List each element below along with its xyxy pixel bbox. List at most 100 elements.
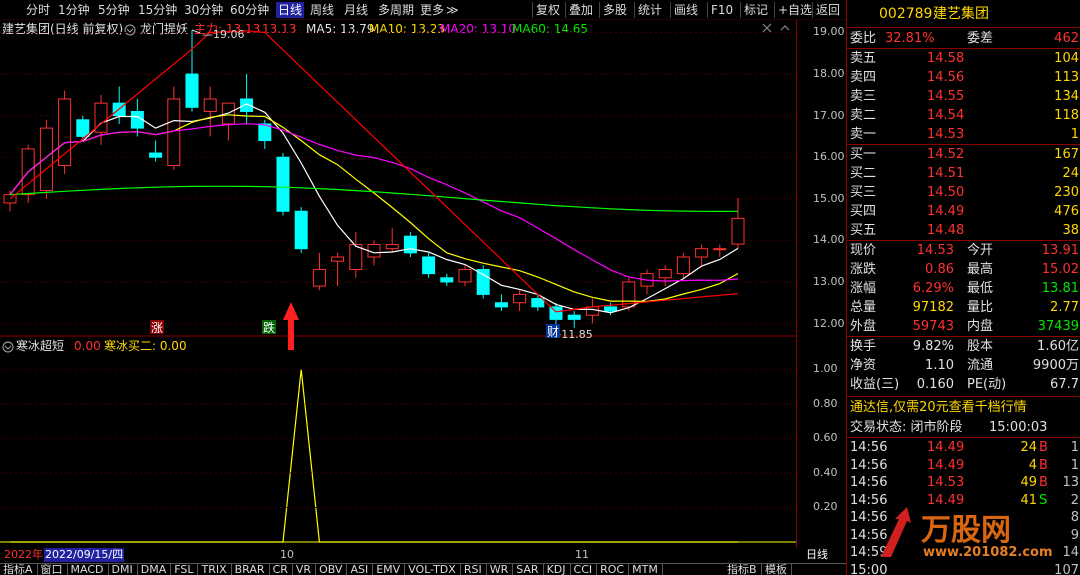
fin-value: 9.82% <box>912 339 954 354</box>
bid-volume: 38 <box>1062 223 1079 238</box>
toolbar-action-5[interactable]: F10 <box>711 2 733 18</box>
indicator-tab-7[interactable]: BRAR <box>232 564 270 575</box>
indicator-tab-3[interactable]: DMI <box>109 564 138 575</box>
indicator-tab-11[interactable]: ASI <box>347 564 374 575</box>
indicator-tab-4[interactable]: DMA <box>138 564 172 575</box>
period-toolbar: 分时 1分钟 5分钟 15分钟 30分钟 60分钟 日线 周线 月线 多周期 更多 ≫ 复权 叠加 多股 统计… <box>0 0 846 20</box>
toolbar-action-6[interactable]: 标记 <box>744 2 768 18</box>
indicator-tab-16[interactable]: SAR <box>513 564 544 575</box>
bid-label: 买二 <box>850 166 877 181</box>
tick-price: 14.53 <box>927 475 965 490</box>
period-tab-3[interactable]: 15分钟 <box>138 2 177 18</box>
indicator-axis-tick: 0.60 <box>813 431 838 445</box>
more-arrow-icon[interactable]: ≫ <box>446 2 459 18</box>
indicator-name[interactable]: 寒冰超短 <box>16 338 64 354</box>
period-tab-0[interactable]: 分时 <box>26 2 50 18</box>
tick-time: 14:56 <box>850 457 888 473</box>
toolbar-action-3[interactable]: 统计 <box>638 2 662 18</box>
stat-label: 内盘 <box>967 319 994 334</box>
candle-body <box>149 152 163 158</box>
candle-body <box>39 127 53 191</box>
period-tab-8[interactable]: 月线 <box>344 2 368 18</box>
indicator-tab-13[interactable]: VOL-TDX <box>405 564 461 575</box>
indicator-tab-17[interactable]: KDJ <box>544 564 571 575</box>
indicator-tab-12[interactable]: EMV <box>373 564 406 575</box>
ask-row-2: 卖三 14.55 134 <box>847 87 1080 106</box>
period-tab-6[interactable]: 日线 <box>276 2 305 18</box>
candle-body <box>531 298 545 308</box>
stat-value: 97182 <box>912 300 954 315</box>
ask-price: 14.56 <box>927 70 965 85</box>
tick-row-2: 14:56 14.53 49 B 13 <box>847 473 1080 492</box>
panel-divider <box>847 396 1080 397</box>
indicator-dropdown-icon[interactable] <box>2 338 14 354</box>
bid-row-4: 买五 14.48 38 <box>847 221 1080 240</box>
stat-label: 今开 <box>967 243 994 258</box>
toolbar-action-1[interactable]: 叠加 <box>569 2 593 18</box>
indicator-tab-9[interactable]: VR <box>293 564 317 575</box>
period-tab-2[interactable]: 5分钟 <box>98 2 130 18</box>
candle-body <box>294 210 308 250</box>
candle-body <box>695 248 709 258</box>
watermark-text: 万股网 <box>921 513 1011 548</box>
price-axis-tick: 15.00 <box>813 191 845 205</box>
indicator-tab-15[interactable]: WR <box>487 564 514 575</box>
bid-label: 买一 <box>850 147 877 162</box>
candle-body <box>331 256 345 262</box>
ask-label: 卖三 <box>850 89 877 104</box>
ask-volume: 118 <box>1054 108 1079 123</box>
period-tab-5[interactable]: 60分钟 <box>230 2 269 18</box>
indicator-tab-18[interactable]: CCI <box>571 564 598 575</box>
ask-label: 卖四 <box>850 70 877 85</box>
trade-status-row: 交易状态: 闭市阶段 15:00:03 <box>847 418 1080 437</box>
toolbar-separator <box>634 2 635 18</box>
marker-down-text: 跌 <box>263 320 275 335</box>
template-tab-1[interactable]: 模板 <box>762 564 792 575</box>
indicator-tabs: 指标A 窗口 MACD DMI DMA FSL TRIX BRAR CR VR OBV ASI EMV V… <box>0 563 846 575</box>
fin-label: 换手 <box>850 339 877 354</box>
candle-body <box>385 244 399 250</box>
template-tab-0[interactable]: 指标B <box>724 564 762 575</box>
indicator-tab-2[interactable]: MACD <box>68 564 109 575</box>
stat-label: 最高 <box>967 262 994 277</box>
indicator-tab-5[interactable]: FSL <box>171 564 199 575</box>
bid-label: 买四 <box>850 204 877 219</box>
indicator-tab-1[interactable]: 窗口 <box>38 564 68 575</box>
tick-count: 9 <box>1070 527 1079 543</box>
stat-label: 现价 <box>850 243 877 258</box>
toolbar-action-8[interactable]: 返回 <box>816 2 840 18</box>
indicator-tab-0[interactable]: 指标A <box>0 564 38 575</box>
ask-price: 14.53 <box>927 127 965 142</box>
stat-row-2: 涨幅 6.29% 最低 13.81 <box>847 279 1080 298</box>
tick-row-0: 14:56 14.49 24 B 1 <box>847 438 1080 457</box>
bid-price: 14.51 <box>927 166 965 181</box>
toolbar-action-2[interactable]: 多股 <box>603 2 627 18</box>
kline-chart[interactable]: —19.06←11.85涨跌财 <box>0 20 796 548</box>
period-tab-7[interactable]: 周线 <box>310 2 334 18</box>
indicator-axis-tick: 0.80 <box>813 396 838 410</box>
indicator-tab-19[interactable]: ROC <box>597 564 630 575</box>
toolbar-action-4[interactable]: 画线 <box>674 2 698 18</box>
indicator-tab-10[interactable]: OBV <box>316 564 348 575</box>
indicator-tab-14[interactable]: RSI <box>461 564 487 575</box>
tick-volume: 24 <box>1020 440 1037 455</box>
period-tab-4[interactable]: 30分钟 <box>184 2 223 18</box>
ask-row-1: 卖四 14.56 113 <box>847 68 1080 87</box>
toolbar-action-0[interactable]: 复权 <box>536 2 560 18</box>
high-price-label: —19.06 <box>202 28 245 41</box>
fin-label: 股本 <box>967 339 994 354</box>
indicator-tab-20[interactable]: MTM <box>629 564 663 575</box>
quote-header: 002789 建艺集团 <box>847 0 1080 28</box>
toolbar-action-7[interactable]: +自选 <box>778 2 812 18</box>
tick-side: B <box>1039 457 1048 473</box>
bid-volume: 476 <box>1054 204 1079 219</box>
indicator-tab-6[interactable]: TRIX <box>198 564 232 575</box>
period-tab-10[interactable]: 更多 <box>420 2 444 18</box>
indicator-tab-8[interactable]: CR <box>270 564 293 575</box>
ask-volume: 134 <box>1054 89 1079 104</box>
candle-body <box>494 302 508 308</box>
period-tab-1[interactable]: 1分钟 <box>58 2 90 18</box>
month-label-10: 10 <box>280 548 294 561</box>
tick-price: 14.49 <box>927 457 965 473</box>
period-tab-9[interactable]: 多周期 <box>378 2 414 18</box>
